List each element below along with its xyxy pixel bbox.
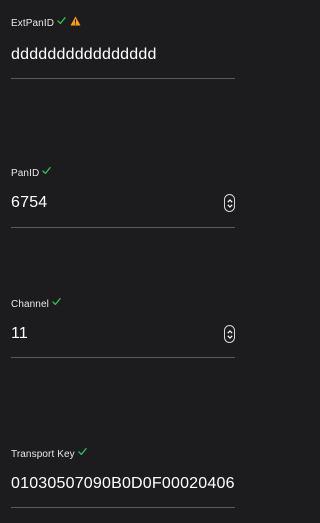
panid-label: PanID xyxy=(11,167,40,179)
check-icon xyxy=(78,447,87,456)
check-icon xyxy=(42,166,52,175)
channel-input[interactable]: 11 xyxy=(11,311,235,358)
panid-value[interactable]: 6754 xyxy=(11,194,211,212)
panid-label-row: PanID xyxy=(11,166,235,180)
chevron-down-icon[interactable] xyxy=(226,334,233,339)
channel-label-row: Channel xyxy=(11,297,235,311)
channel-field: Channel 11 xyxy=(11,297,235,358)
extpanid-label-row: ExtPanID xyxy=(11,15,235,30)
chevron-up-icon[interactable] xyxy=(226,198,233,203)
channel-stepper[interactable] xyxy=(224,325,235,343)
panid-input[interactable]: 6754 xyxy=(11,180,235,228)
channel-value[interactable]: 11 xyxy=(11,325,211,343)
transport-key-value[interactable]: 01030507090B0D0F00020406 xyxy=(11,475,235,493)
panid-field: PanID 6754 xyxy=(11,166,235,228)
transport-key-input[interactable]: 01030507090B0D0F00020406 xyxy=(11,461,235,508)
panid-stepper[interactable] xyxy=(224,194,235,212)
transport-key-label: Transport Key xyxy=(11,448,75,460)
transport-key-label-row: Transport Key xyxy=(11,447,235,461)
check-icon xyxy=(52,297,61,306)
extpanid-label: ExtPanID xyxy=(11,17,55,29)
extpanid-value[interactable]: dddddddddddddddd xyxy=(11,46,235,64)
extpanid-field: ExtPanID dddddddddddddddd xyxy=(11,15,235,79)
chevron-down-icon[interactable] xyxy=(226,203,233,208)
warning-icon xyxy=(70,15,81,26)
extpanid-input[interactable]: dddddddddddddddd xyxy=(11,30,235,79)
transport-key-field: Transport Key 01030507090B0D0F00020406 xyxy=(11,447,235,508)
chevron-up-icon[interactable] xyxy=(226,329,233,334)
check-icon xyxy=(57,16,66,25)
channel-label: Channel xyxy=(11,298,49,310)
